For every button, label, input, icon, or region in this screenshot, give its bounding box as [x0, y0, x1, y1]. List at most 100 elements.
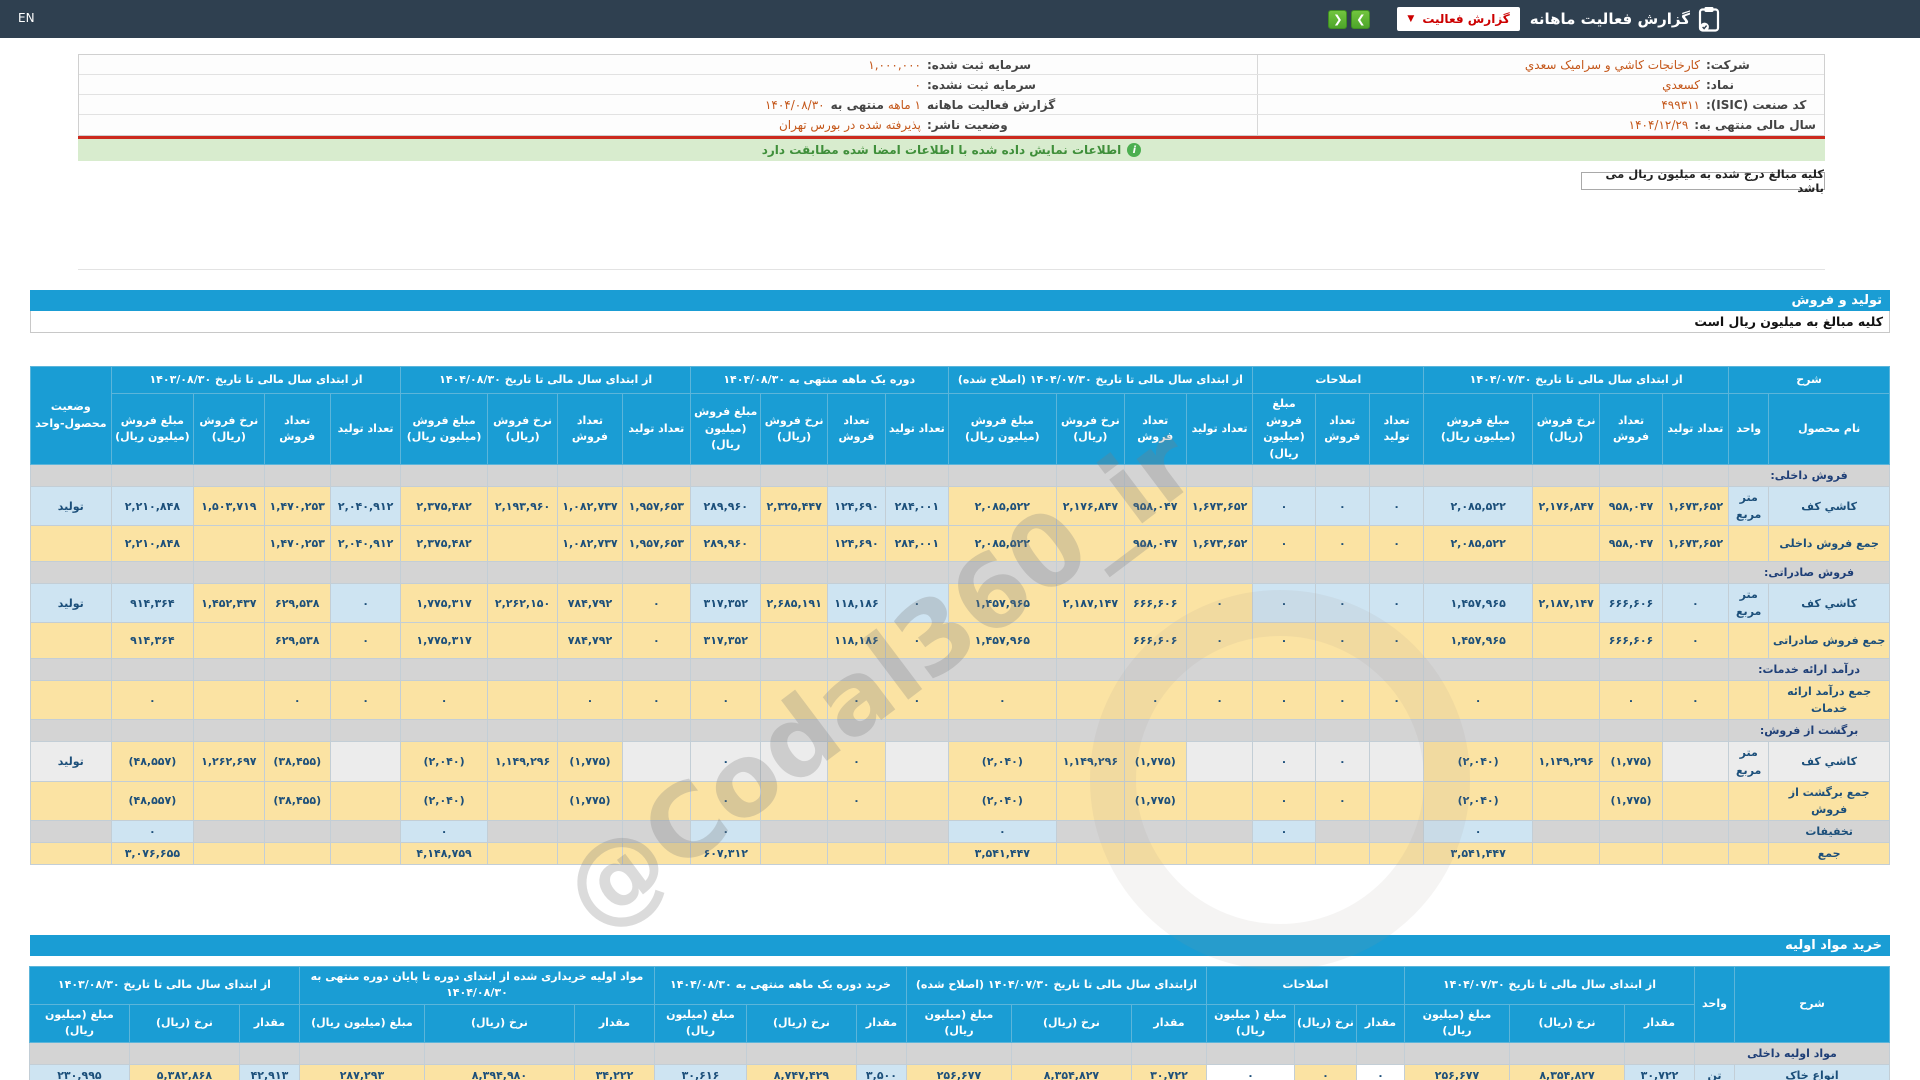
value-cell — [1123, 841, 1187, 865]
value-cell — [329, 780, 402, 821]
cell — [263, 463, 331, 488]
value-cell: تولید — [30, 583, 112, 624]
value-cell: ۰ — [1368, 486, 1425, 527]
cell — [885, 719, 949, 743]
value-cell: ۱,۴۵۲,۴۳۷ — [193, 583, 265, 624]
value-cell: ۰ — [621, 583, 692, 624]
language-toggle-en[interactable]: EN — [18, 11, 35, 25]
value-cell: ۰ — [1314, 486, 1370, 527]
value-cell: ۱,۱۴۹,۲۹۶ — [486, 741, 559, 782]
value-cell: ۲,۱۸۷,۱۴۷ — [1056, 583, 1125, 624]
value-cell: ۲۸۹,۹۶۰ — [690, 525, 762, 563]
value-cell: ۲,۰۸۵,۵۲۲ — [1423, 486, 1533, 527]
header-group: خرید دوره یک ماهه منتهی به ۱۴۰۴/۰۸/۳۰ — [653, 965, 907, 1005]
cell — [400, 561, 488, 585]
value-cell — [1056, 680, 1125, 721]
cell — [1010, 1041, 1132, 1065]
value-cell: ۸,۳۹۴,۹۸۰ — [423, 1063, 575, 1080]
cell — [557, 658, 623, 682]
value-cell: ۰ — [1661, 680, 1730, 721]
report-type-dropdown[interactable]: گزارش فعالیت ▼ — [1397, 7, 1520, 31]
value-cell: (۲,۰۴۰) — [1423, 780, 1533, 821]
value-cell: ۳۱۷,۳۵۲ — [690, 622, 762, 660]
value-cell: ۷۸۴,۷۹۲ — [557, 622, 623, 660]
value-cell: ۰ — [557, 680, 623, 721]
value-cell — [1314, 819, 1370, 843]
header-sub: تعداد فروش — [1314, 393, 1370, 465]
cell — [947, 561, 1058, 585]
value-cell: ۰ — [621, 680, 692, 721]
cell — [1185, 658, 1254, 682]
value-cell: ۰ — [1252, 780, 1316, 821]
value-cell: ۰ — [110, 680, 195, 721]
value-cell: ۰ — [885, 680, 949, 721]
value-cell: ۰ — [1252, 486, 1316, 527]
header-group: از ابتدای سال مالی تا تاریخ ۱۴۰۳/۰۸/۳۰ — [28, 965, 300, 1005]
topbar-cluster: گزارش فعالیت ماهانه گزارش فعالیت ▼ ❯ ❮ — [1324, 0, 1720, 38]
cell — [947, 463, 1058, 488]
value-cell: ۲۵۶,۶۷۷ — [1403, 1063, 1511, 1080]
header-sub: نرخ (ریال) — [423, 1003, 575, 1043]
value-cell: (۱,۷۷۵) — [557, 741, 623, 782]
header-sub: تعداد تولید — [1661, 393, 1730, 465]
info-label: سرمایه ثبت نشده: — [927, 77, 1036, 92]
value-cell: ۱,۹۵۷,۶۵۳ — [621, 525, 692, 563]
header-sub: مقدار — [1130, 1003, 1207, 1043]
cell — [1599, 658, 1663, 682]
value-cell: ۲۸۴,۰۰۱ — [885, 525, 949, 563]
info-value: کارخانجات کاشي و سرامیک سعدي — [1524, 57, 1700, 72]
value-cell — [760, 525, 828, 563]
value-cell: تن — [1694, 1063, 1735, 1080]
header-sub: نرخ (ریال) — [1509, 1003, 1625, 1043]
header-sub: مقدار — [238, 1003, 300, 1043]
row-label-cell: جمع درآمد ارائه خدمات — [1768, 680, 1890, 721]
value-cell: ۲,۱۹۳,۹۶۰ — [486, 486, 559, 527]
cell — [621, 463, 692, 488]
value-cell — [1252, 841, 1316, 865]
cell — [28, 1041, 130, 1065]
header-group: مواد اولیه خریداری شده از ابتدای دوره تا… — [298, 965, 655, 1005]
value-cell: ۰ — [1123, 680, 1187, 721]
value-cell — [885, 780, 949, 821]
section-row: درآمد ارائه خدمات: — [30, 658, 1890, 682]
cell — [1314, 658, 1370, 682]
section-row: مواد اولیه داخلی — [28, 1041, 1890, 1065]
next-report-button[interactable]: ❯ — [1351, 9, 1371, 29]
header-sub: نرخ فروش (ریال) — [486, 393, 559, 465]
value-cell: ۶۲۹,۵۳۸ — [263, 622, 331, 660]
value-cell: ۲,۱۷۶,۸۴۷ — [1531, 486, 1601, 527]
value-cell: ۴,۱۴۸,۷۵۹ — [400, 841, 488, 865]
production-sales-bar: تولید و فروش — [30, 290, 1890, 311]
value-cell — [1728, 780, 1770, 821]
info-icon: i — [1127, 143, 1142, 157]
cell — [573, 1041, 655, 1065]
cell — [885, 658, 949, 682]
cell — [690, 658, 762, 682]
value-cell: ۰ — [690, 741, 762, 782]
value-cell: ۲,۱۷۶,۸۴۷ — [1056, 486, 1125, 527]
cell — [1056, 463, 1125, 488]
cell — [1368, 463, 1425, 488]
table-row: جمع برگشت از فروش (۱,۷۷۵) (۲,۰۴۰) ۰ ۰ (۱,۷۷۵)… — [30, 780, 1890, 821]
cell — [1252, 463, 1316, 488]
cell — [1205, 1041, 1295, 1065]
value-cell: ۰ — [400, 680, 488, 721]
value-cell: ۴۲,۹۱۳ — [238, 1063, 300, 1080]
cell — [1423, 463, 1533, 488]
value-cell: ۰ — [1314, 780, 1370, 821]
value-cell: ۰ — [1314, 622, 1370, 660]
cell — [1123, 561, 1187, 585]
header-sub: تعداد تولید — [329, 393, 402, 465]
value-cell: ۰ — [885, 583, 949, 624]
value-cell: (۳۸,۴۵۵) — [263, 741, 331, 782]
header-sharh: شرح — [1734, 965, 1890, 1043]
value-cell: ۲,۲۶۲,۱۵۰ — [486, 583, 559, 624]
cell — [557, 561, 623, 585]
value-cell — [1056, 819, 1125, 843]
header-sub: مقدار — [855, 1003, 907, 1043]
cell — [1314, 561, 1370, 585]
prev-report-button[interactable]: ❮ — [1328, 9, 1348, 29]
cell — [193, 561, 265, 585]
cell — [30, 719, 112, 743]
value-cell: (۲,۰۴۰) — [400, 741, 488, 782]
